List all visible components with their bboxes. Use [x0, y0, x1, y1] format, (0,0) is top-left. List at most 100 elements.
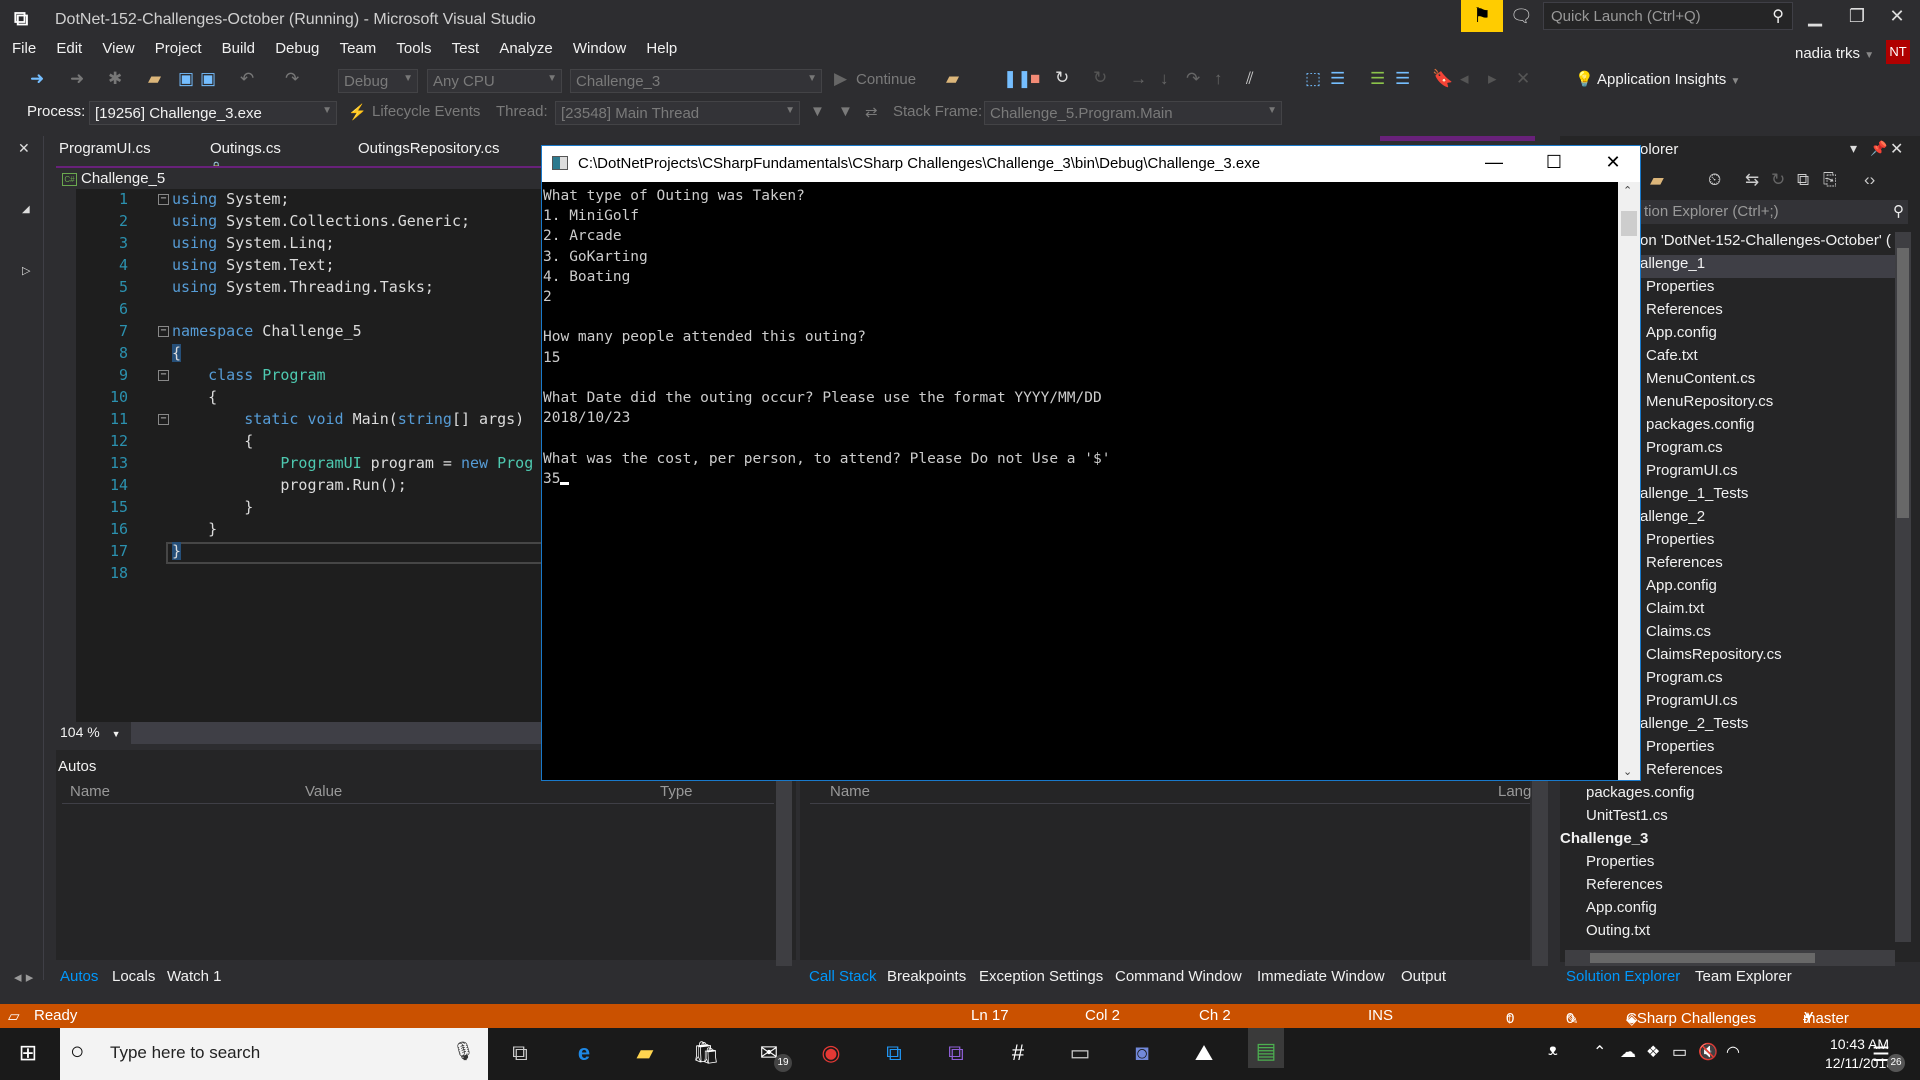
zoom-level-dropdown[interactable]: 104 % ▼ — [56, 722, 131, 744]
navigate-forward-icon[interactable]: ➜ — [70, 69, 84, 89]
tree-item[interactable]: App.config — [1640, 324, 1717, 347]
menu-view[interactable]: View — [102, 40, 134, 57]
show-hidden-icons[interactable]: ⌃ — [1593, 1042, 1606, 1062]
tree-item[interactable]: References — [1640, 301, 1723, 324]
tree-item[interactable]: Properties — [1640, 738, 1714, 761]
find-in-files-icon[interactable]: ▰ — [946, 69, 959, 89]
tab-immediate-window[interactable]: Immediate Window — [1257, 968, 1385, 985]
select-element-icon[interactable]: ⬚ — [1305, 69, 1321, 89]
tree-item[interactable]: Claims.cs — [1640, 623, 1711, 646]
feedback-icon[interactable]: 🗨 — [1510, 6, 1533, 27]
tree-item[interactable]: App.config — [1640, 577, 1717, 600]
pending-changes-filter-icon[interactable]: ⏲ — [1708, 170, 1721, 190]
user-name[interactable]: nadia trks ▼ — [1795, 45, 1874, 62]
collapse-icon[interactable]: − — [158, 194, 169, 205]
apply-code-changes-icon[interactable]: ↻ — [1093, 68, 1107, 88]
menu-project[interactable]: Project — [155, 40, 202, 57]
console-output[interactable]: What type of Outing was Taken? 1. MiniGo… — [542, 182, 1618, 780]
people-icon[interactable]: ᴥ — [1548, 1042, 1558, 1060]
console-close-button[interactable]: ✕ — [1598, 152, 1628, 173]
configuration-dropdown[interactable]: Debug ▼ — [338, 69, 418, 93]
startup-project-dropdown[interactable]: Challenge_3 ▼ — [570, 69, 822, 93]
edge-icon[interactable]: e — [566, 1040, 602, 1066]
save-icon[interactable]: ▣ — [178, 69, 194, 89]
menu-file[interactable]: File — [12, 40, 36, 57]
tree-item[interactable]: References — [1640, 761, 1723, 784]
process-dropdown[interactable]: [19256] Challenge_3.exe ▼ — [89, 101, 337, 125]
call-stack-scrollbar[interactable] — [1532, 780, 1548, 966]
scroll-tabs-icon[interactable]: ◂ ▸ — [14, 968, 33, 986]
step-into-icon[interactable]: ↓ — [1160, 69, 1169, 89]
console-title-bar[interactable]: C:\DotNetProjects\CSharpFundamentals\CSh… — [542, 146, 1640, 182]
tree-item[interactable]: References — [1580, 876, 1663, 899]
photos-icon[interactable]: ⛰ — [1186, 1040, 1222, 1066]
file-explorer-icon[interactable]: ▰ — [627, 1040, 663, 1066]
column-name[interactable]: Name — [70, 783, 110, 800]
scrollbar-thumb[interactable] — [1897, 248, 1909, 518]
show-next-statement-icon[interactable]: → — [1130, 69, 1147, 89]
comment-lines-icon[interactable]: ☰ — [1370, 69, 1385, 89]
taskbar-search[interactable]: ○ Type here to search 🎙 — [60, 1028, 488, 1080]
continue-button[interactable]: Continue — [856, 71, 916, 88]
step-out-icon[interactable]: ↑ — [1214, 69, 1223, 89]
tree-item[interactable]: Outing.txt — [1580, 922, 1650, 945]
volume-muted-icon[interactable]: 🔇 — [1698, 1042, 1718, 1062]
menu-edit[interactable]: Edit — [56, 40, 82, 57]
menu-tools[interactable]: Tools — [396, 40, 431, 57]
show-all-files-icon[interactable]: ⎘ — [1823, 170, 1837, 190]
discord-icon[interactable]: ◙ — [1124, 1040, 1160, 1066]
autos-scrollbar[interactable] — [776, 780, 792, 966]
view-code-icon[interactable]: ‹› — [1864, 170, 1875, 190]
tree-item[interactable]: ClaimsRepository.cs — [1640, 646, 1782, 669]
tree-item[interactable]: packages.config — [1640, 416, 1754, 439]
console-scrollbar[interactable]: ⌃ ⌄ — [1618, 182, 1640, 780]
quick-launch-input[interactable]: Quick Launch (Ctrl+Q) ⚲ — [1543, 2, 1793, 30]
uncomment-lines-icon[interactable]: ☰ — [1395, 69, 1410, 89]
expand-arrow-icon[interactable]: ▷ — [22, 264, 30, 277]
tree-item[interactable]: packages.config — [1580, 784, 1694, 807]
column-type[interactable]: Type — [660, 783, 693, 800]
flag-threads-icon[interactable]: ▼ — [838, 103, 853, 120]
tree-item[interactable]: MenuRepository.cs — [1640, 393, 1773, 416]
previous-bookmark-icon[interactable]: ◂ — [1460, 69, 1469, 89]
tree-item[interactable]: allenge_2 — [1640, 508, 1705, 531]
tab-team-explorer[interactable]: Team Explorer — [1695, 968, 1792, 985]
filter-icon[interactable]: ▼ — [810, 103, 825, 120]
menu-debug[interactable]: Debug — [275, 40, 319, 57]
step-over-icon[interactable]: ↷ — [1186, 69, 1200, 89]
lifecycle-events-button[interactable]: Lifecycle Events — [372, 103, 480, 120]
restart-icon[interactable]: ↻ — [1055, 68, 1069, 88]
tree-item[interactable]: allenge_1 — [1640, 255, 1895, 278]
tree-item[interactable]: ProgramUI.cs — [1640, 462, 1738, 485]
visual-studio-icon[interactable]: ⧉ — [938, 1040, 974, 1066]
store-icon[interactable]: 🛍 — [688, 1040, 724, 1066]
tab-exception-settings[interactable]: Exception Settings — [979, 968, 1103, 985]
window-position-icon[interactable]: ▾ — [1850, 140, 1857, 157]
windows-start-icon[interactable]: ⊞ — [10, 1040, 46, 1066]
tree-item[interactable]: ProgramUI.cs — [1640, 692, 1738, 715]
terminal-icon[interactable]: ▭ — [1062, 1040, 1098, 1066]
minimize-button[interactable]: ▁ — [1800, 6, 1830, 27]
tab-locals[interactable]: Locals — [112, 968, 155, 985]
notification-flag-icon[interactable]: ⚑ — [1461, 0, 1503, 32]
live-visual-tree-icon[interactable]: ☰ — [1330, 69, 1345, 89]
menu-test[interactable]: Test — [452, 40, 480, 57]
stop-icon[interactable]: ■ — [1030, 69, 1040, 89]
vscode-icon[interactable]: ⧉ — [876, 1040, 912, 1066]
tab-command-window[interactable]: Command Window — [1115, 968, 1242, 985]
tab-solution-explorer[interactable]: Solution Explorer — [1566, 968, 1680, 985]
home-icon[interactable]: ▰ — [1650, 170, 1664, 191]
next-bookmark-icon[interactable]: ▸ — [1488, 69, 1497, 89]
clear-bookmarks-icon[interactable]: ✕ — [1516, 69, 1530, 89]
platform-dropdown[interactable]: Any CPU ▼ — [427, 69, 562, 93]
tree-item[interactable]: Challenge_3 — [1560, 830, 1648, 853]
slack-icon[interactable]: # — [1000, 1040, 1036, 1066]
tab-outingsrepository[interactable]: OutingsRepository.cs — [358, 140, 499, 157]
console-maximize-button[interactable]: ☐ — [1539, 152, 1569, 173]
microphone-icon[interactable]: 🎙 — [452, 1041, 475, 1062]
undo-icon[interactable]: ↶ — [240, 69, 254, 89]
menu-window[interactable]: Window — [573, 40, 626, 57]
pause-icon[interactable]: ❚❚ — [1003, 69, 1032, 89]
navigate-back-icon[interactable]: ➜ — [30, 69, 44, 89]
solution-explorer-search[interactable]: tion Explorer (Ctrl+;) ⚲ — [1640, 200, 1908, 224]
